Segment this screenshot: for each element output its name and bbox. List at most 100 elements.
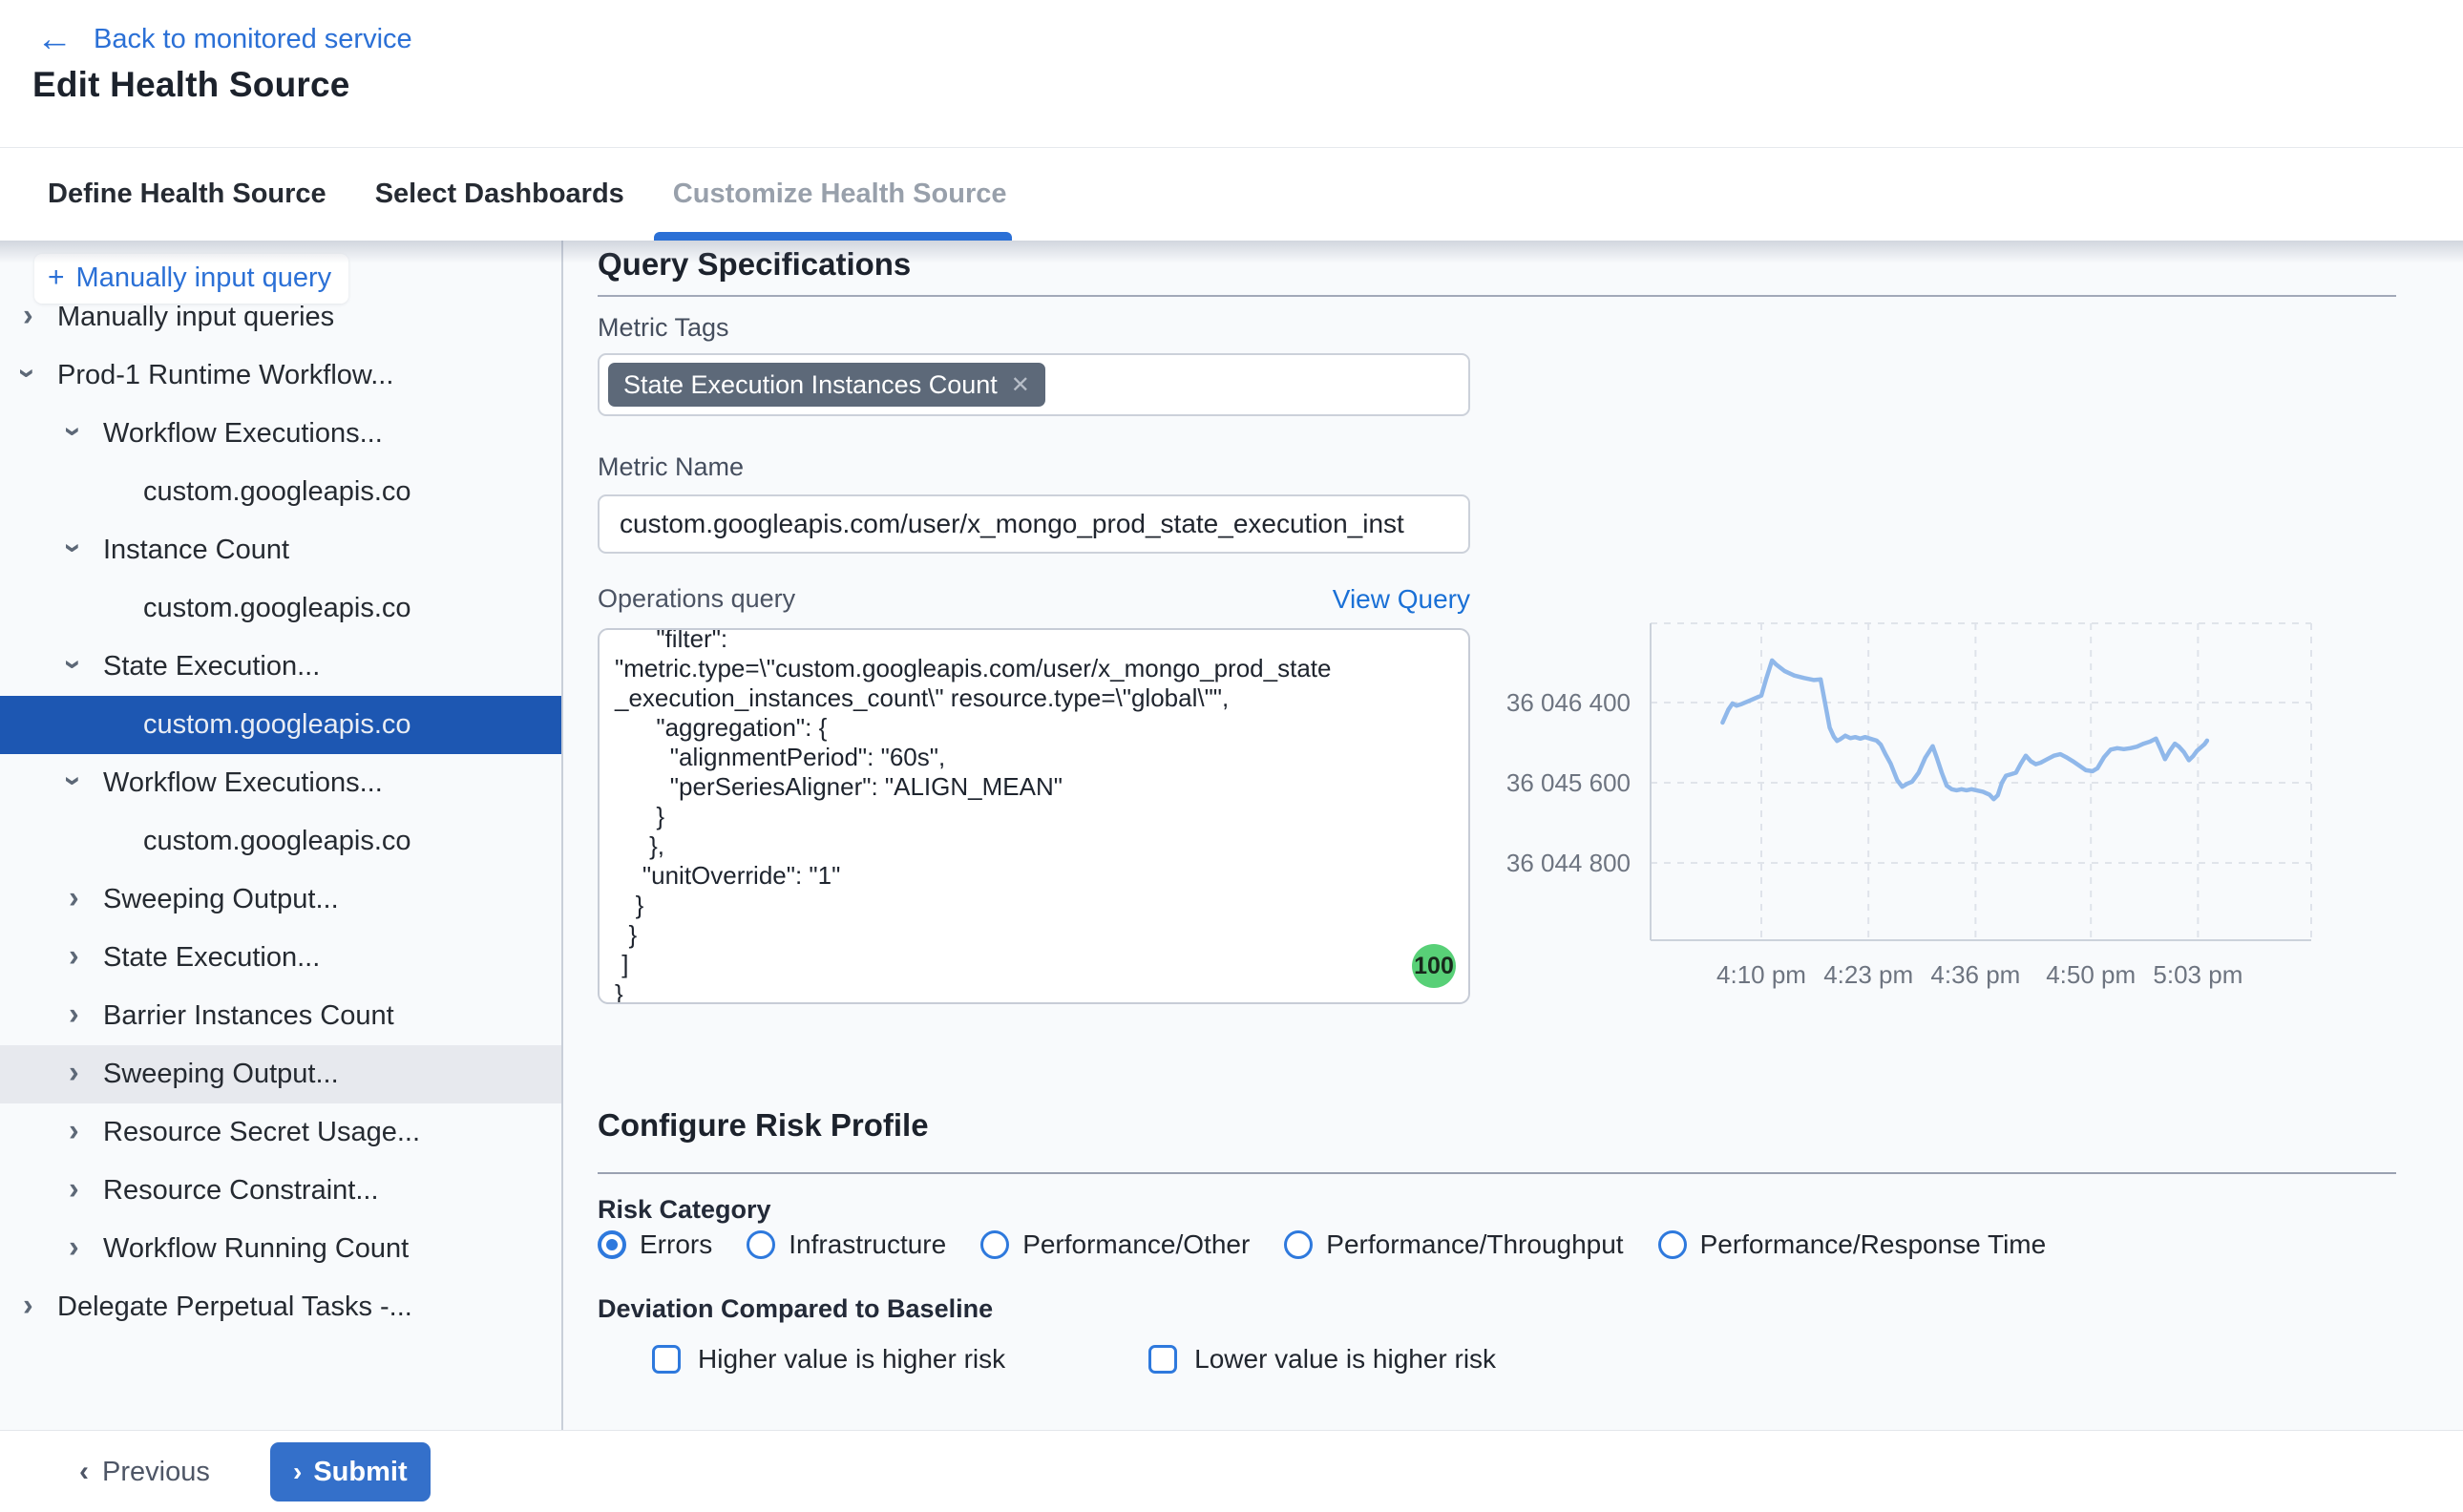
view-query-link[interactable]: View Query [1333, 584, 1470, 615]
radio-performance-other[interactable]: Performance/Other [980, 1229, 1250, 1260]
tree-item-label: Resource Constraint... [103, 1175, 379, 1207]
page-title: Edit Health Source [32, 65, 350, 105]
content-area: + Manually input query ›Manually input q… [0, 241, 2463, 1430]
tab-customize-health-source[interactable]: Customize Health Source [671, 148, 1009, 241]
chevron-right-icon[interactable]: › [69, 1112, 79, 1147]
back-link-label: Back to monitored service [94, 24, 412, 55]
radio-performance-throughput[interactable]: Performance/Throughput [1284, 1229, 1623, 1260]
back-arrow-icon: ← [36, 21, 73, 57]
chevron-down-icon[interactable]: › [56, 426, 92, 436]
radio-icon[interactable] [598, 1230, 626, 1259]
chevron-down-icon[interactable]: › [56, 775, 92, 786]
risk-category-label: Risk Category [598, 1195, 771, 1225]
chevron-right-icon[interactable]: › [69, 996, 79, 1031]
tree-item-label: Prod-1 Runtime Workflow... [57, 360, 393, 391]
tree-item-label: Workflow Executions... [103, 767, 383, 799]
tree-item-instance-count[interactable]: › Instance Count [0, 521, 561, 579]
chevron-down-icon[interactable]: › [11, 368, 46, 378]
tree-item-state-execution[interactable]: › State Execution... [0, 929, 561, 987]
edit-health-source-page: ← Back to monitored service Edit Health … [0, 0, 2463, 1512]
tree-item-label: Instance Count [103, 535, 289, 566]
tab-select-dashboards[interactable]: Select Dashboards [373, 148, 626, 241]
chevron-right-icon[interactable]: › [23, 1287, 33, 1322]
radio-icon[interactable] [980, 1230, 1009, 1259]
chip-close-icon[interactable]: ✕ [1011, 371, 1030, 399]
section-divider [598, 295, 2396, 297]
operations-query-textarea[interactable]: "filter": "metric.type=\"custom.googleap… [598, 628, 1470, 1004]
tree-item-label: custom.googleapis.co [143, 476, 411, 508]
risk-category-radio-group: Errors Infrastructure Performance/Other Per… [598, 1229, 2046, 1260]
metric-name-label: Metric Name [598, 452, 744, 482]
tree-item-custom-googleapis-co[interactable]: custom.googleapis.co [0, 812, 561, 871]
tree-item-workflow-running-count[interactable]: ›Workflow Running Count [0, 1220, 561, 1278]
checkbox-icon[interactable] [652, 1345, 681, 1374]
tree-item-custom-googleapis-co[interactable]: custom.googleapis.co [0, 579, 561, 638]
radio-label: Performance/Other [1022, 1229, 1250, 1260]
tree-item-label: State Execution... [103, 651, 320, 682]
checkbox-higher-value-is-higher-risk[interactable]: Higher value is higher risk [652, 1344, 1005, 1375]
metric-tags-input[interactable]: State Execution Instances Count ✕ [598, 353, 1470, 416]
radio-performance-response-time[interactable]: Performance/Response Time [1658, 1229, 2047, 1260]
query-specifications-title: Query Specifications [598, 246, 911, 283]
svg-text:4:23 pm: 4:23 pm [1823, 960, 1913, 989]
radio-label: Performance/Response Time [1700, 1229, 2047, 1260]
tree-item-label: Delegate Perpetual Tasks -... [57, 1292, 412, 1323]
tree-item-state-execution[interactable]: › State Execution... [0, 638, 561, 696]
tree-item-custom-googleapis-co[interactable]: custom.googleapis.co [0, 463, 561, 521]
tree-item-delegate-perpetual-tasks[interactable]: › Delegate Perpetual Tasks -... [0, 1278, 561, 1336]
tree-item-sweeping-output[interactable]: › Sweeping Output... [0, 871, 561, 929]
tree-item-label: Sweeping Output... [103, 884, 339, 915]
tree-item-barrier-instances-count[interactable]: ›Barrier Instances Count [0, 987, 561, 1045]
tree-item-manually-input-queries[interactable]: ›Manually input queries [0, 288, 561, 346]
tree-item-custom-googleapis-co[interactable]: custom.googleapis.co [0, 696, 561, 754]
chevron-right-icon[interactable]: › [69, 1054, 79, 1089]
chevron-right-icon[interactable]: › [69, 1228, 79, 1264]
chevron-down-icon[interactable]: › [56, 659, 92, 669]
tree-item-label: custom.googleapis.co [143, 593, 411, 624]
operations-query-label: Operations query [598, 584, 795, 614]
svg-text:36 045 600: 36 045 600 [1506, 768, 1631, 797]
checkbox-icon[interactable] [1148, 1345, 1177, 1374]
footer: ‹ Previous › Submit [0, 1430, 2463, 1512]
header: ← Back to monitored service Edit Health … [0, 0, 2463, 148]
configure-risk-profile-title: Configure Risk Profile [598, 1107, 929, 1144]
tree-item-label: custom.googleapis.co [143, 826, 411, 857]
radio-infrastructure[interactable]: Infrastructure [747, 1229, 946, 1260]
metric-tag-chip[interactable]: State Execution Instances Count ✕ [608, 363, 1045, 407]
main-panel: Query Specifications Metric Tags State E… [563, 241, 2463, 1430]
back-to-monitored-service-link[interactable]: ← Back to monitored service [36, 21, 412, 57]
metric-name-input[interactable]: custom.googleapis.com/user/x_mongo_prod_… [598, 494, 1470, 554]
chevron-right-icon[interactable]: › [69, 1170, 79, 1206]
tree-item-resource-secret-usage[interactable]: › Resource Secret Usage... [0, 1103, 561, 1162]
tree-item-label: State Execution... [103, 942, 320, 974]
radio-icon[interactable] [1658, 1230, 1687, 1259]
chevron-right-icon[interactable]: › [69, 879, 79, 914]
tree-item-label: Resource Secret Usage... [103, 1117, 420, 1148]
tree-item-sweeping-output[interactable]: ›Sweeping Output... [0, 1045, 561, 1103]
radio-icon[interactable] [1284, 1230, 1313, 1259]
radio-label: Performance/Throughput [1326, 1229, 1623, 1260]
checkbox-lower-value-is-higher-risk[interactable]: Lower value is higher risk [1148, 1344, 1496, 1375]
tree-item-resource-constraint[interactable]: › Resource Constraint... [0, 1162, 561, 1220]
radio-errors[interactable]: Errors [598, 1229, 712, 1260]
chevron-right-icon[interactable]: › [69, 937, 79, 973]
radio-label: Infrastructure [789, 1229, 946, 1260]
tree-item-prod-1-runtime-workflow[interactable]: › Prod-1 Runtime Workflow... [0, 346, 561, 405]
chevron-right-icon[interactable]: › [23, 297, 33, 332]
operations-query-code: "filter": "metric.type=\"custom.googleap… [615, 628, 1453, 1004]
checkbox-label: Lower value is higher risk [1194, 1344, 1496, 1375]
radio-icon[interactable] [747, 1230, 775, 1259]
metric-timeseries-chart: 36 046 40036 045 60036 044 8004:10 pm4:2… [1489, 601, 2415, 1021]
tree-item-workflow-executions[interactable]: ›Workflow Executions... [0, 405, 561, 463]
previous-button[interactable]: ‹ Previous [79, 1431, 210, 1512]
previous-label: Previous [102, 1457, 210, 1488]
checkbox-label: Higher value is higher risk [698, 1344, 1005, 1375]
svg-text:36 044 800: 36 044 800 [1506, 849, 1631, 877]
metric-tags-label: Metric Tags [598, 313, 729, 343]
chevron-down-icon[interactable]: › [56, 542, 92, 553]
chart-svg: 36 046 40036 045 60036 044 8004:10 pm4:2… [1489, 601, 2415, 1021]
svg-text:4:50 pm: 4:50 pm [2046, 960, 2136, 989]
tab-define-health-source[interactable]: Define Health Source [46, 148, 328, 241]
submit-button[interactable]: › Submit [270, 1442, 431, 1502]
tree-item-workflow-executions[interactable]: › Workflow Executions... [0, 754, 561, 812]
